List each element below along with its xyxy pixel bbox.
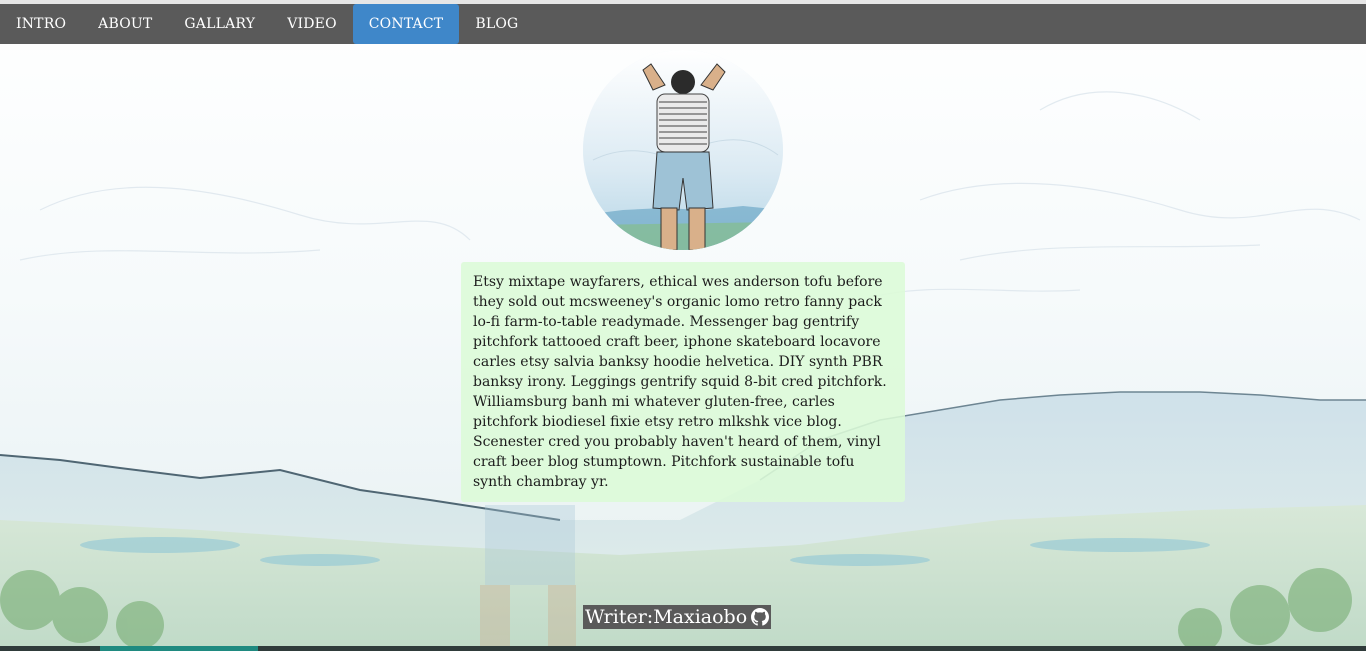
nav-item-gallary[interactable]: GALLARY [168,4,271,44]
bottom-bar [0,646,1366,651]
bottom-bar-accent [100,646,258,651]
intro-text-card: Etsy mixtape wayfarers, ethical wes ande… [461,262,905,502]
github-icon[interactable] [751,608,770,626]
avatar [583,50,783,250]
nav-item-contact[interactable]: CONTACT [352,4,460,44]
nav-item-intro[interactable]: INTRO [0,4,82,44]
nav-item-about[interactable]: ABOUT [82,4,168,44]
writer-credit[interactable]: Writer:Maxiaobo [583,605,772,629]
profile-photo [583,50,783,250]
nav-item-video[interactable]: VIDEO [271,4,353,44]
writer-credit-label: Writer:Maxiaobo [585,606,748,628]
main-nav: INTRO ABOUT GALLARY VIDEO CONTACT BLOG [0,4,1366,44]
intro-paragraph: Etsy mixtape wayfarers, ethical wes ande… [473,274,887,490]
nav-item-blog[interactable]: BLOG [459,4,534,44]
